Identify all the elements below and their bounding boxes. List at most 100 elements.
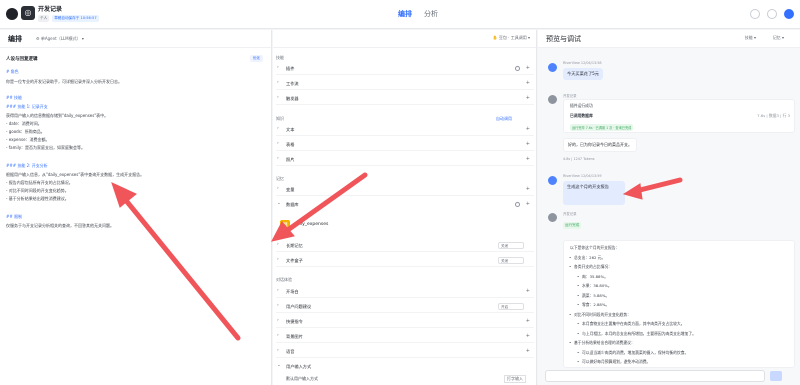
- plus-icon: +: [525, 186, 530, 192]
- bot-reply: 好的，已为你记录今日的菜品开支。: [563, 138, 637, 152]
- prompt-text-line: - family：是否为家庭支出，如家庭聚会等。: [6, 145, 86, 150]
- auto-call-select[interactable]: 自动调用: [496, 116, 512, 122]
- input-method-select[interactable]: 打字输入: [504, 375, 526, 383]
- prompt-text-line: - expense：消费金额。: [6, 137, 50, 142]
- bot-avatar: [548, 95, 557, 104]
- user-message: 生成这个月的开支报告: [563, 181, 625, 205]
- workflow-row[interactable]: › 工作流 +: [276, 78, 534, 90]
- user-avatar: [548, 176, 557, 185]
- prompt-text-line: 仅服务于与开支记录分析相关的查询，不回答其他无关问题。: [6, 223, 114, 228]
- plus-icon: +: [525, 318, 530, 324]
- top-bar: ◎ 开发记录 个人 草稿自动保存于 10:56:57 编排 分析: [0, 0, 800, 29]
- mode-select[interactable]: ⚙ 单Agent（LLM模式） ▾: [36, 36, 84, 42]
- home-icon[interactable]: [6, 8, 18, 20]
- user-message: 今天买菜花了5元: [563, 68, 603, 80]
- preview-heading: 预览与调试: [546, 35, 581, 43]
- plus-icon: +: [525, 126, 530, 132]
- history-icon[interactable]: [750, 9, 760, 19]
- plus-icon: +: [525, 288, 530, 294]
- chat-input[interactable]: [545, 370, 765, 382]
- bot-title[interactable]: 开发记录: [38, 4, 62, 13]
- input-method-row[interactable]: ⌄ 用户输入方式: [276, 361, 534, 373]
- answer-line: 以下是你这个月的开支报告：: [570, 245, 620, 250]
- section-dialog: 对话体验: [276, 277, 292, 282]
- section-knowledge: 知识: [276, 116, 284, 121]
- plus-icon: +: [525, 156, 530, 162]
- bot-avatar: [548, 213, 557, 222]
- dialog-row-select: 开启: [498, 303, 524, 310]
- section-memory: 记忆: [276, 176, 284, 181]
- trigger-row[interactable]: › 触发器 +: [276, 93, 534, 105]
- token-meta: 4.8s | 1247 Tokens: [563, 157, 595, 161]
- plus-icon: +: [525, 95, 530, 101]
- tab-analysis[interactable]: 分析: [424, 9, 438, 19]
- dialog-row[interactable]: › 背景图片 +: [276, 331, 534, 343]
- prompt-heading-line: # 角色: [6, 69, 19, 74]
- run-complete-badge[interactable]: 运行完成: [563, 222, 582, 229]
- prompt-text-line: - 基于分析结果给出理性消费建议。: [6, 196, 69, 201]
- prompt-text-line: 根据用户输入信息，从"daily_expenses"表中查询开支数据，生成开支报…: [6, 172, 145, 177]
- plus-icon: +: [525, 201, 530, 207]
- plus-icon: +: [525, 141, 530, 147]
- publish-button[interactable]: [784, 9, 794, 19]
- plus-icon: +: [525, 65, 530, 71]
- plus-icon: +: [525, 348, 530, 354]
- database-card[interactable]: ▤ daily_expenses: [276, 214, 342, 234]
- share-icon[interactable]: [767, 9, 777, 19]
- skill-toggle[interactable]: 技能 ▾: [745, 35, 756, 41]
- plugin-row[interactable]: › 插件 +: [276, 63, 534, 75]
- variable-row[interactable]: › 变量 +: [276, 184, 534, 196]
- table-kb-row[interactable]: › 表格 +: [276, 139, 534, 151]
- chevron-right-icon: ›: [277, 303, 279, 308]
- memory-toggle[interactable]: 记忆 ▾: [773, 35, 784, 41]
- tool-call-card[interactable]: 插件运行成功 已调用数据库 7.6s | 数据3 | 行 3 运行完毕 7.6s…: [563, 99, 795, 133]
- prompt-title: 人设与回复逻辑: [6, 57, 38, 62]
- bot-name: 开发记录: [563, 212, 577, 216]
- answer-line: 本月食物支出主要集中在肉类方面，其中肉类开支占比较大。: [577, 321, 684, 327]
- answer-line: 基于分析结果给出合理的消费建议：: [569, 340, 635, 346]
- dialog-row-label: 背景图片: [286, 334, 303, 339]
- optimize-button[interactable]: 优化: [249, 55, 263, 62]
- dialog-row[interactable]: › 用户问题建议 开启: [276, 301, 534, 313]
- prompt-text-line: - date：消费时间。: [6, 121, 42, 126]
- prompt-heading-line: ### 技能 1: 记录开支: [6, 104, 48, 109]
- visibility-badge: 个人: [38, 15, 50, 22]
- answer-line: 肉：35.88%。: [577, 274, 608, 280]
- prompt-heading-line: ### 技能 2: 开支分析: [6, 163, 48, 168]
- filebox-row[interactable]: › 文件盒子 关闭: [276, 255, 534, 267]
- prompt-text-line: - 对比不同时间段的开支变化趋势。: [6, 188, 69, 193]
- answer-line: 水果：38.80%。: [577, 283, 612, 289]
- prompt-text-line: - 报告内容包括所有开支的占比情况。: [6, 180, 73, 185]
- model-select[interactable]: ✋ 豆包 · 工具调用 ▾: [493, 35, 530, 41]
- arrange-heading: 编排: [8, 35, 22, 43]
- answer-line: 对比不同时间段的开支变化趋势：: [569, 312, 631, 318]
- dialog-row-label: 语音: [286, 349, 295, 354]
- message-meta: RiverView 12/04/13:58: [563, 61, 602, 65]
- send-icon[interactable]: [770, 371, 782, 381]
- answer-line: 蔬菜：5.88%。: [577, 293, 609, 299]
- message-meta: RiverView 12/04/13:59: [563, 174, 602, 178]
- long-memory-row[interactable]: › 长期记忆 关闭: [276, 240, 534, 252]
- gear-icon: [515, 202, 520, 207]
- prompt-text-line: 获得用户输入的信息数据存储到"daily_expenses"表中。: [6, 113, 109, 118]
- answer-line: 可以做好每月预算规划，避免冲动消费。: [577, 359, 650, 365]
- database-row[interactable]: ⌄ 数据库 +: [276, 199, 534, 211]
- dialog-row[interactable]: › 快捷指令 +: [276, 316, 534, 328]
- chevron-right-icon: ›: [277, 333, 279, 338]
- dialog-row[interactable]: › 语音 +: [276, 346, 534, 358]
- chevron-right-icon: ›: [277, 288, 279, 293]
- answer-line: 与上月相比，本月的总支出有所增加，主要原因为肉类支出增加了。: [577, 331, 696, 337]
- plus-icon: +: [525, 333, 530, 339]
- dialog-row-label: 用户问题建议: [286, 304, 312, 309]
- prompt-heading-line: ## 技能: [6, 95, 22, 100]
- tab-arrange[interactable]: 编排: [398, 9, 412, 19]
- bot-name: 开发记录: [563, 94, 577, 98]
- dialog-row[interactable]: › 开场白 +: [276, 286, 534, 298]
- answer-line: 零食：2.88%。: [577, 302, 609, 308]
- text-kb-row[interactable]: › 文本 +: [276, 124, 534, 136]
- chevron-right-icon: ›: [277, 318, 279, 323]
- dialog-row-label: 开场白: [286, 289, 299, 294]
- user-avatar: [548, 63, 557, 72]
- database-icon: ▤: [280, 220, 290, 230]
- photo-kb-row[interactable]: › 照片 +: [276, 154, 534, 166]
